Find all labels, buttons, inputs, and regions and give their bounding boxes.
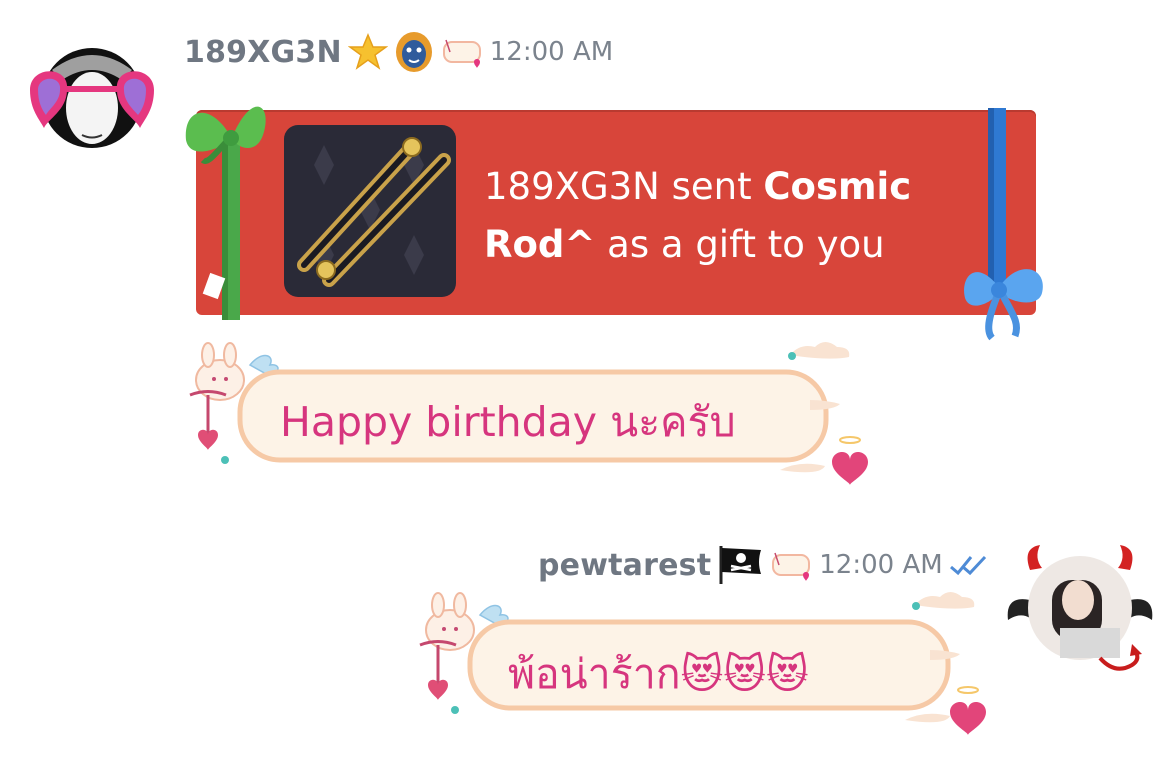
avatar-189xg3n[interactable] — [22, 40, 162, 150]
gift-item-image[interactable] — [284, 125, 456, 297]
message-text: พ้อน่าร้าก😻😻😻 — [508, 650, 809, 698]
lion-badge-icon — [394, 30, 434, 74]
green-ribbon-icon — [185, 106, 266, 320]
username[interactable]: pewtarest — [538, 548, 711, 583]
pirate-flag-badge-icon — [717, 544, 763, 586]
timestamp: 12:00 AM — [489, 37, 614, 67]
gift-sent-word: sent — [671, 165, 752, 208]
gift-message: 189XG3N sent Cosmic Rod^ as a gift to yo… — [484, 158, 984, 274]
cupid-frame-badge-icon — [440, 34, 484, 70]
username[interactable]: 189XG3N — [184, 35, 342, 70]
message-header: 189XG3N 12:00 AM — [184, 30, 613, 74]
timestamp: 12:00 AM — [819, 550, 943, 580]
avatar-pewtarest[interactable] — [1000, 540, 1160, 685]
message-header: pewtarest 12:00 AM — [538, 543, 989, 587]
cupid-frame-badge-icon — [769, 547, 813, 583]
star-badge-icon — [347, 32, 388, 72]
message-text: Happy birthday นะครับ — [280, 398, 736, 446]
read-double-check-icon — [949, 553, 989, 577]
gift-sender: 189XG3N — [484, 165, 660, 208]
gift-suffix: as a gift to you — [607, 223, 885, 266]
